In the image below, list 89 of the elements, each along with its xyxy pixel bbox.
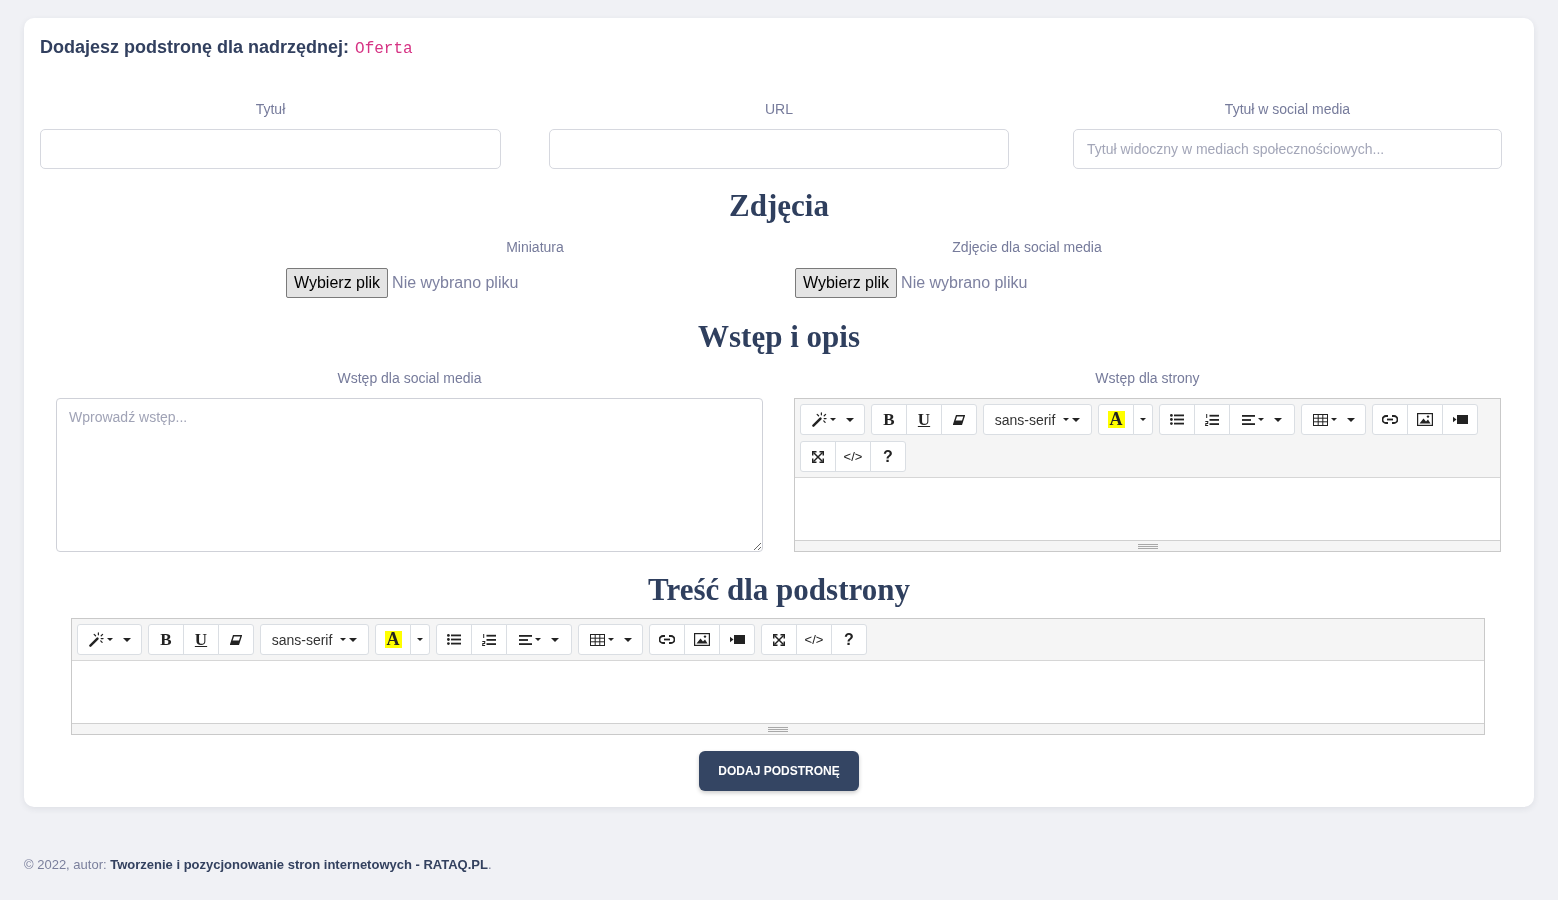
caret-icon xyxy=(417,638,423,641)
social-title-field[interactable]: Tytuł widoczny w mediach społecznościowych... xyxy=(1073,129,1502,169)
magic-wand-icon xyxy=(811,412,827,427)
video-button[interactable] xyxy=(719,624,755,655)
fullscreen-icon xyxy=(812,450,824,463)
choose-file-button[interactable]: Wybierz plik xyxy=(795,268,898,298)
align-dropdown[interactable] xyxy=(1229,404,1295,435)
section-heading: Wstęp i opis xyxy=(697,319,861,355)
numbered-list-button[interactable] xyxy=(471,624,507,655)
copyright-note: © 2022, autor: Tworzenie i pozycjonowanie stron internetowych - RATAQ.PL. xyxy=(24,856,492,874)
bold-button[interactable]: B xyxy=(871,404,907,435)
choose-file-button[interactable]: Wybierz plik xyxy=(286,268,389,298)
file-status: Nie wybrano pliku xyxy=(901,274,1028,292)
caret-icon xyxy=(535,638,541,641)
color-menu-button[interactable] xyxy=(410,624,430,655)
add-subpage-button[interactable]: DODAJ PODSTRONĘ xyxy=(699,751,859,791)
style-dropdown[interactable] xyxy=(77,624,142,655)
file-status: Nie wybrano pliku xyxy=(392,274,519,292)
fullscreen-button[interactable] xyxy=(800,441,836,472)
text-color-button[interactable]: A xyxy=(1098,404,1134,435)
bullet-list-icon xyxy=(1170,414,1184,425)
field-label: Zdjęcie dla social media xyxy=(951,238,1103,257)
caret-icon xyxy=(1330,418,1337,421)
fullscreen-button[interactable] xyxy=(761,624,797,655)
field-label: Miniatura xyxy=(505,238,565,257)
url-field[interactable] xyxy=(549,129,1009,169)
eraser-icon xyxy=(953,414,965,425)
align-left-icon xyxy=(1242,414,1255,425)
video-icon xyxy=(729,635,745,644)
clear-format-button[interactable] xyxy=(218,624,254,655)
style-dropdown[interactable] xyxy=(800,404,865,435)
table-icon xyxy=(1312,413,1328,426)
link-icon xyxy=(1382,415,1398,424)
numbered-list-icon xyxy=(1205,413,1219,426)
field-label: Tytuł xyxy=(255,100,286,119)
eraser-icon xyxy=(230,634,242,645)
bold-button[interactable]: B xyxy=(148,624,184,655)
table-dropdown[interactable] xyxy=(578,624,643,655)
code-view-button[interactable]: </> xyxy=(796,624,832,655)
field-label: Tytuł w social media xyxy=(1224,100,1351,119)
page-heading: Dodajesz podstronę dla nadrzędnej: xyxy=(40,36,350,58)
text-color-button[interactable]: A xyxy=(375,624,411,655)
table-dropdown[interactable] xyxy=(1301,404,1366,435)
field-label: Wstęp dla social media xyxy=(337,369,482,388)
caret-icon xyxy=(829,418,836,421)
table-icon xyxy=(589,633,605,646)
link-icon xyxy=(659,635,675,644)
section-heading: Zdjęcia xyxy=(728,188,830,224)
picture-icon xyxy=(694,633,710,646)
grip-icon xyxy=(768,726,788,732)
video-icon xyxy=(1452,415,1468,424)
clear-format-button[interactable] xyxy=(941,404,977,435)
author-link[interactable]: Tworzenie i pozycjonowanie stron internetowych - RATAQ.PL xyxy=(110,857,488,872)
section-heading: Treść dla podstrony xyxy=(647,572,911,608)
bullet-list-icon xyxy=(447,634,461,645)
align-left-icon xyxy=(519,634,532,645)
picture-icon xyxy=(1417,413,1433,426)
code-view-button[interactable]: </> xyxy=(835,441,871,472)
field-label: URL xyxy=(765,100,793,119)
picture-button[interactable] xyxy=(684,624,720,655)
caret-icon xyxy=(551,637,559,642)
numbered-list-icon xyxy=(482,633,496,646)
parent-page-name: Oferta xyxy=(355,39,413,60)
link-button[interactable] xyxy=(1372,404,1408,435)
underline-button[interactable]: U xyxy=(906,404,942,435)
help-button[interactable]: ? xyxy=(831,624,867,655)
help-button[interactable]: ? xyxy=(870,441,906,472)
bullet-list-button[interactable] xyxy=(1159,404,1195,435)
intro-textarea[interactable]: Wprowadź wstęp... xyxy=(56,398,763,552)
caret-icon xyxy=(607,638,614,641)
magic-wand-icon xyxy=(88,632,104,647)
title-field[interactable] xyxy=(40,129,501,169)
grip-icon xyxy=(1137,543,1158,549)
bullet-list-button[interactable] xyxy=(436,624,472,655)
numbered-list-button[interactable] xyxy=(1194,404,1230,435)
video-button[interactable] xyxy=(1442,404,1478,435)
font-family-dropdown[interactable]: sans-serif xyxy=(260,624,369,655)
caret-icon xyxy=(1258,418,1264,421)
caret-icon xyxy=(1140,418,1146,421)
color-menu-button[interactable] xyxy=(1133,404,1153,435)
fullscreen-icon xyxy=(773,633,785,646)
caret-icon xyxy=(106,638,113,641)
picture-button[interactable] xyxy=(1407,404,1443,435)
align-dropdown[interactable] xyxy=(506,624,572,655)
field-label: Wstęp dla strony xyxy=(1095,369,1200,388)
link-button[interactable] xyxy=(649,624,685,655)
font-family-dropdown[interactable]: sans-serif xyxy=(983,404,1092,435)
caret-icon xyxy=(1274,417,1282,422)
underline-button[interactable]: U xyxy=(183,624,219,655)
